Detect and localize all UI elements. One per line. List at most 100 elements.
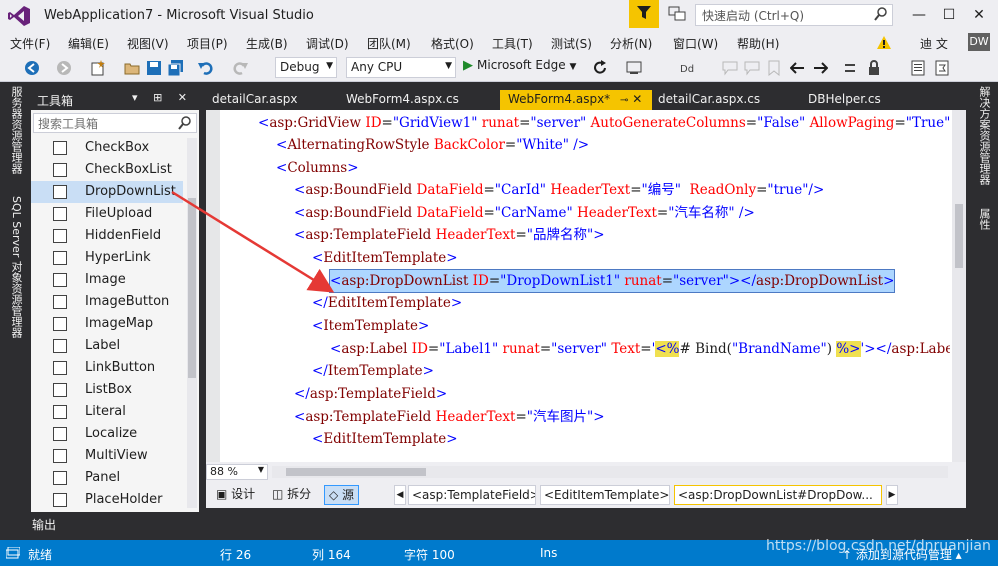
toolbox-item-multiview[interactable]: MultiView [31, 445, 183, 467]
solution-explorer-tab[interactable]: 解决方案资源管理器 [976, 86, 992, 185]
scrollbar-thumb[interactable] [955, 204, 963, 268]
toolbox-item-imagemap[interactable]: ImageMap [31, 313, 183, 335]
design-view-button[interactable]: ▣ 设计 [212, 485, 259, 505]
tab-dbhelper-cs[interactable]: DBHelper.cs [800, 90, 889, 110]
menu-build[interactable]: 生成(B) [246, 35, 288, 52]
toolbox-item-imagebutton[interactable]: ImageButton [31, 291, 183, 313]
close-icon[interactable]: ✕ [632, 92, 642, 106]
close-button[interactable]: ✕ [964, 4, 994, 26]
breadcrumb-back-button[interactable]: ◀ [394, 485, 406, 505]
toolbox-item-hiddenfield[interactable]: HiddenField [31, 225, 183, 247]
code-view[interactable]: <asp:GridView ID="GridView1" runat="serv… [222, 112, 950, 462]
new-project-icon[interactable] [90, 60, 106, 76]
code-line[interactable]: <asp:TemplateField HeaderText="汽车图片"> [294, 406, 605, 428]
properties-tab[interactable]: 属性 [976, 208, 992, 230]
output-tab[interactable]: 输出 [32, 516, 56, 533]
save-all-icon[interactable] [168, 60, 184, 76]
breadcrumb-edititemtemplate[interactable]: <EditItemTemplate> [540, 485, 670, 505]
format-document-icon[interactable] [934, 60, 950, 76]
bookmark-icon[interactable] [766, 60, 782, 76]
lock-icon[interactable] [866, 60, 882, 76]
toolbox-item-image[interactable]: Image [31, 269, 183, 291]
sql-server-object-explorer-tab[interactable]: SQL Server 对象资源管理器 [8, 196, 24, 338]
toolbox-item-panel[interactable]: Panel [31, 467, 183, 489]
equal-icon[interactable] [842, 60, 858, 76]
avatar[interactable]: DW [968, 33, 990, 51]
code-line[interactable]: </asp:TemplateField> [294, 383, 447, 405]
scrollbar-thumb[interactable] [188, 198, 196, 378]
notification-filter-button[interactable] [629, 0, 659, 28]
breadcrumb-dropdownlist[interactable]: <asp:DropDownList#DropDow... [674, 485, 882, 505]
toolbox-item-checkbox[interactable]: CheckBox [31, 137, 183, 159]
menu-analyze[interactable]: 分析(N) [610, 35, 652, 52]
undo-icon[interactable] [198, 60, 214, 76]
menu-edit[interactable]: 编辑(E) [68, 35, 109, 52]
solution-platform-select[interactable]: Any CPU ▼ [346, 57, 456, 78]
tab-webform4-aspx[interactable]: WebForm4.aspx* ⊸ ✕ [500, 90, 652, 110]
navigate-back-icon[interactable] [24, 60, 40, 76]
menu-tools[interactable]: 工具(T) [492, 35, 533, 52]
toolbox-scrollbar[interactable] [187, 138, 197, 508]
menu-view[interactable]: 视图(V) [127, 35, 169, 52]
code-line[interactable]: <asp:Label ID="Label1" runat="server" Te… [330, 338, 950, 360]
code-line[interactable]: </ItemTemplate> [312, 360, 434, 382]
code-line[interactable]: <asp:GridView ID="GridView1" runat="serv… [258, 112, 950, 134]
maximize-button[interactable]: ☐ [934, 4, 964, 26]
menu-file[interactable]: 文件(F) [10, 35, 50, 52]
editor-vertical-scrollbar[interactable] [952, 110, 966, 462]
split-view-button[interactable]: ◫ 拆分 [268, 485, 315, 505]
editor-horizontal-scrollbar[interactable] [272, 466, 948, 478]
feedback-icon[interactable] [668, 6, 686, 22]
arrow-left-icon[interactable] [790, 60, 806, 76]
quick-launch-input[interactable]: 快速启动 (Ctrl+Q) [695, 4, 893, 26]
code-line[interactable]: <asp:TemplateField HeaderText="品牌名称"> [294, 224, 605, 246]
document-outline-icon[interactable] [910, 60, 926, 76]
code-line[interactable]: </EditItemTemplate> [312, 292, 462, 314]
scrollbar-thumb[interactable] [286, 468, 426, 476]
browser-link-icon[interactable] [626, 60, 642, 76]
toolbox-item-placeholder[interactable]: PlaceHolder [31, 489, 183, 511]
toolbox-search-input[interactable]: 搜索工具箱 [33, 113, 197, 133]
server-explorer-tab[interactable]: 服务器资源管理器 [8, 86, 24, 174]
account-name[interactable]: 迪 文 [920, 35, 948, 52]
uncomment-icon[interactable] [744, 60, 760, 76]
warning-icon[interactable] [877, 36, 891, 49]
menu-team[interactable]: 团队(M) [367, 35, 411, 52]
code-line[interactable]: <asp:BoundField DataField="CarId" Header… [294, 179, 824, 201]
menu-debug[interactable]: 调试(D) [306, 35, 349, 52]
menu-window[interactable]: 窗口(W) [673, 35, 718, 52]
toolbox-item-linkbutton[interactable]: LinkButton [31, 357, 183, 379]
start-debugging-button[interactable]: ▶ Microsoft Edge ▼ [463, 58, 576, 73]
redo-icon[interactable] [232, 60, 248, 76]
format-icon[interactable]: Dd [680, 60, 696, 76]
code-editor[interactable]: <asp:GridView ID="GridView1" runat="serv… [206, 110, 966, 462]
toolbox-item-listbox[interactable]: ListBox [31, 379, 183, 401]
toolbox-item-checkboxlist[interactable]: CheckBoxList [31, 159, 183, 181]
menu-project[interactable]: 项目(P) [187, 35, 228, 52]
code-line[interactable]: <EditItemTemplate> [312, 428, 458, 450]
save-icon[interactable] [146, 60, 162, 76]
toolbox-item-literal[interactable]: Literal [31, 401, 183, 423]
solution-configuration-select[interactable]: Debug ▼ [275, 57, 337, 78]
toolbox-item-label[interactable]: Label [31, 335, 183, 357]
toolbox-item-fileupload[interactable]: FileUpload [31, 203, 183, 225]
refresh-icon[interactable] [592, 60, 608, 76]
tab-detailcar-aspx-cs[interactable]: detailCar.aspx.cs [650, 90, 768, 110]
menu-test[interactable]: 测试(S) [551, 35, 592, 52]
breadcrumb-forward-button[interactable]: ▶ [886, 485, 898, 505]
navigate-forward-icon[interactable] [56, 60, 72, 76]
code-line[interactable]: <ItemTemplate> [312, 315, 429, 337]
code-line-selected[interactable]: <asp:DropDownList ID="DropDownList1" run… [328, 269, 896, 293]
code-line[interactable]: <AlternatingRowStyle BackColor="White" /… [276, 134, 589, 156]
tab-webform4-aspx-cs[interactable]: WebForm4.aspx.cs [338, 90, 467, 110]
code-line[interactable]: <Columns> [276, 157, 359, 179]
breadcrumb-templatefield[interactable]: <asp:TemplateField> [408, 485, 536, 505]
minimize-button[interactable]: — [904, 4, 934, 26]
code-line[interactable]: <EditItemTemplate> [312, 247, 458, 269]
tab-detailcar-aspx[interactable]: detailCar.aspx [204, 90, 305, 110]
open-folder-icon[interactable] [124, 60, 140, 76]
toolbox-item-localize[interactable]: Localize [31, 423, 183, 445]
toolbox-item-dropdownlist[interactable]: DropDownList [31, 181, 183, 203]
code-line[interactable]: <asp:BoundField DataField="CarName" Head… [294, 202, 755, 224]
panel-controls[interactable]: ▾ ⊞ ✕ [132, 91, 193, 104]
